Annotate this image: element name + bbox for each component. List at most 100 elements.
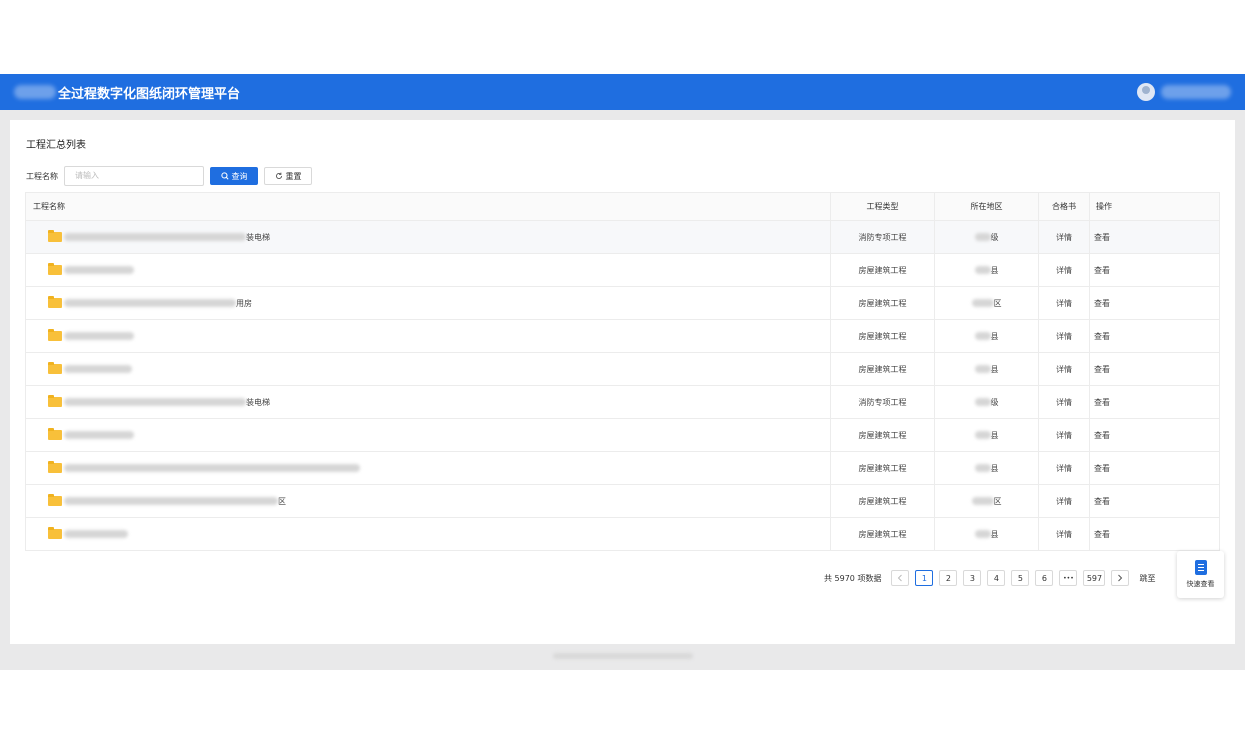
redacted-logo-text xyxy=(14,85,56,99)
project-type-cell: 房屋建筑工程 xyxy=(830,484,935,518)
view-link[interactable]: 查看 xyxy=(1089,352,1220,386)
view-link[interactable]: 查看 xyxy=(1089,286,1220,320)
table-row: 房屋建筑工程 县 详情 查看 xyxy=(25,253,1220,287)
project-type-cell: 房屋建筑工程 xyxy=(830,451,935,485)
redacted-project-name xyxy=(64,431,134,439)
region-suffix: 县 xyxy=(990,529,999,539)
page-ellipsis[interactable]: ••• xyxy=(1059,570,1078,586)
redacted-region xyxy=(971,299,994,307)
certificate-detail-link[interactable]: 详情 xyxy=(1038,484,1090,518)
redacted-region xyxy=(974,530,991,538)
folder-icon xyxy=(48,263,62,275)
folder-icon xyxy=(48,230,62,242)
certificate-detail-link[interactable]: 详情 xyxy=(1038,220,1090,254)
table-row: 房屋建筑工程 县 详情 查看 xyxy=(25,319,1220,353)
page-3[interactable]: 3 xyxy=(963,570,982,586)
table-row: 装电梯 消防专项工程 级 详情 查看 xyxy=(25,220,1220,254)
region-suffix: 区 xyxy=(993,496,1002,506)
view-link[interactable]: 查看 xyxy=(1089,484,1220,518)
project-name-cell xyxy=(25,253,831,287)
region-cell: 县 xyxy=(934,253,1039,287)
table-row: 区 房屋建筑工程 区 详情 查看 xyxy=(25,484,1220,518)
page-1[interactable]: 1 xyxy=(915,570,934,586)
view-link[interactable]: 查看 xyxy=(1089,385,1220,419)
project-type-cell: 房屋建筑工程 xyxy=(830,418,935,452)
certificate-detail-link[interactable]: 详情 xyxy=(1038,517,1090,551)
view-link[interactable]: 查看 xyxy=(1089,451,1220,485)
folder-icon xyxy=(48,527,62,539)
quick-view-label: 快速查看 xyxy=(1186,580,1215,588)
page-2[interactable]: 2 xyxy=(939,570,958,586)
page-title: 工程汇总列表 xyxy=(26,140,86,151)
region-cell: 县 xyxy=(934,451,1039,485)
table-row: 房屋建筑工程 县 详情 查看 xyxy=(25,352,1220,386)
project-type-cell: 房屋建筑工程 xyxy=(830,286,935,320)
region-cell: 级 xyxy=(934,220,1039,254)
certificate-detail-link[interactable]: 详情 xyxy=(1038,451,1090,485)
region-suffix: 县 xyxy=(990,364,999,374)
certificate-detail-link[interactable]: 详情 xyxy=(1038,385,1090,419)
view-link[interactable]: 查看 xyxy=(1089,253,1220,287)
project-name-cell: 区 xyxy=(25,484,831,518)
query-button[interactable]: 查询 xyxy=(210,167,258,185)
project-type-cell: 消防专项工程 xyxy=(830,385,935,419)
project-type-cell: 房屋建筑工程 xyxy=(830,319,935,353)
region-cell: 区 xyxy=(934,286,1039,320)
column-header-region: 所在地区 xyxy=(934,192,1039,221)
project-type-cell: 房屋建筑工程 xyxy=(830,253,935,287)
folder-icon xyxy=(48,494,62,506)
view-link[interactable]: 查看 xyxy=(1089,418,1220,452)
redacted-project-name xyxy=(64,332,134,340)
certificate-detail-link[interactable]: 详情 xyxy=(1038,352,1090,386)
redacted-region xyxy=(974,332,991,340)
redacted-project-name xyxy=(64,398,246,406)
reset-button[interactable]: 重置 xyxy=(264,167,312,185)
project-table: 工程名称 工程类型 所在地区 合格书 操作 装电梯 消防专项工程 级 详情 查看 xyxy=(25,192,1220,551)
redacted-region xyxy=(971,497,994,505)
redacted-region xyxy=(974,398,991,406)
project-name-suffix: 装电梯 xyxy=(246,397,270,407)
user-menu[interactable] xyxy=(1137,83,1231,101)
project-name-cell xyxy=(25,319,831,353)
project-name-suffix: 装电梯 xyxy=(246,232,270,242)
quick-view-button[interactable]: 快速查看 xyxy=(1177,551,1224,598)
app-page: 全过程数字化图纸闭环管理平台 工程汇总列表 工程名称 请输入 查询 重置 工程名… xyxy=(0,74,1245,670)
reset-button-label: 重置 xyxy=(285,171,302,181)
table-row: 房屋建筑工程 县 详情 查看 xyxy=(25,517,1220,551)
project-name-label: 工程名称 xyxy=(26,171,58,181)
search-icon xyxy=(220,172,229,180)
redacted-footer-text xyxy=(552,653,693,659)
page-5[interactable]: 5 xyxy=(1011,570,1030,586)
total-count: 共 5970 项数据 xyxy=(824,573,882,583)
view-link[interactable]: 查看 xyxy=(1089,517,1220,551)
folder-icon xyxy=(48,395,62,407)
redacted-user-name xyxy=(1161,85,1231,99)
chevron-right-icon xyxy=(1118,574,1123,582)
redacted-region xyxy=(974,266,991,274)
platform-title: 全过程数字化图纸闭环管理平台 xyxy=(58,86,241,102)
page-4[interactable]: 4 xyxy=(987,570,1006,586)
certificate-detail-link[interactable]: 详情 xyxy=(1038,418,1090,452)
certificate-detail-link[interactable]: 详情 xyxy=(1038,286,1090,320)
view-link[interactable]: 查看 xyxy=(1089,220,1220,254)
page-last[interactable]: 597 xyxy=(1083,570,1106,586)
view-link[interactable]: 查看 xyxy=(1089,319,1220,353)
region-suffix: 县 xyxy=(990,331,999,341)
next-page-button[interactable] xyxy=(1111,570,1130,586)
table-row: 房屋建筑工程 县 详情 查看 xyxy=(25,418,1220,452)
prev-page-button[interactable] xyxy=(891,570,910,586)
main-card: 工程汇总列表 工程名称 请输入 查询 重置 工程名称 工程类型 所在地区 合格书… xyxy=(10,120,1235,644)
user-avatar-icon xyxy=(1137,83,1155,101)
region-cell: 县 xyxy=(934,517,1039,551)
redacted-region xyxy=(974,233,991,241)
region-cell: 级 xyxy=(934,385,1039,419)
certificate-detail-link[interactable]: 详情 xyxy=(1038,253,1090,287)
refresh-icon xyxy=(275,172,282,180)
project-name-suffix: 区 xyxy=(278,496,286,506)
region-cell: 县 xyxy=(934,319,1039,353)
project-name-input[interactable]: 请输入 xyxy=(64,166,204,186)
certificate-detail-link[interactable]: 详情 xyxy=(1038,319,1090,353)
page-6[interactable]: 6 xyxy=(1035,570,1054,586)
column-header-action: 操作 xyxy=(1089,192,1220,221)
project-name-suffix: 用房 xyxy=(236,298,252,308)
